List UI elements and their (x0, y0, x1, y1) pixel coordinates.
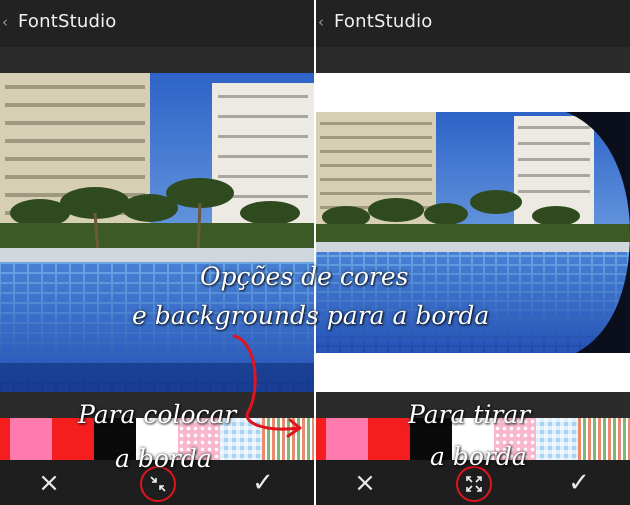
canvas-margin-top (316, 47, 630, 73)
caption-line1: Para tirar (408, 400, 531, 429)
swatch-pink[interactable] (326, 418, 368, 460)
action-bar: ‹ FontStudio (316, 0, 630, 47)
expand-icon (466, 476, 482, 492)
caption-line2: a borda (115, 444, 212, 473)
screen-right: ‹ FontStudio × ✓ Para tirar a borda (316, 0, 630, 505)
compress-icon (150, 476, 166, 492)
cancel-button[interactable]: × (32, 466, 66, 500)
app-title[interactable]: FontStudio (334, 11, 433, 32)
annotation-line2: e backgrounds para a borda (132, 301, 490, 330)
swatch-red[interactable] (368, 418, 410, 460)
action-bar: ‹ FontStudio (0, 0, 314, 47)
swatch-red-edge[interactable] (316, 418, 326, 460)
swatch-blue-check[interactable] (536, 418, 578, 460)
swatch-pink[interactable] (10, 418, 52, 460)
swatch-stripes[interactable] (578, 418, 630, 460)
caption-line1: Para colocar (78, 400, 237, 429)
back-icon[interactable]: ‹ (2, 13, 8, 31)
swatch-red-edge[interactable] (0, 418, 10, 460)
confirm-button[interactable]: ✓ (246, 466, 280, 500)
border-toggle-button[interactable] (456, 466, 492, 502)
cancel-button[interactable]: × (348, 466, 382, 500)
back-icon[interactable]: ‹ (318, 13, 324, 31)
photo-canvas (316, 47, 630, 418)
confirm-button[interactable]: ✓ (562, 466, 596, 500)
arrow-annotation (232, 334, 302, 438)
app-title[interactable]: FontStudio (18, 11, 117, 32)
annotation-line1: Opções de cores (200, 262, 409, 291)
caption-line2: a borda (430, 442, 527, 471)
